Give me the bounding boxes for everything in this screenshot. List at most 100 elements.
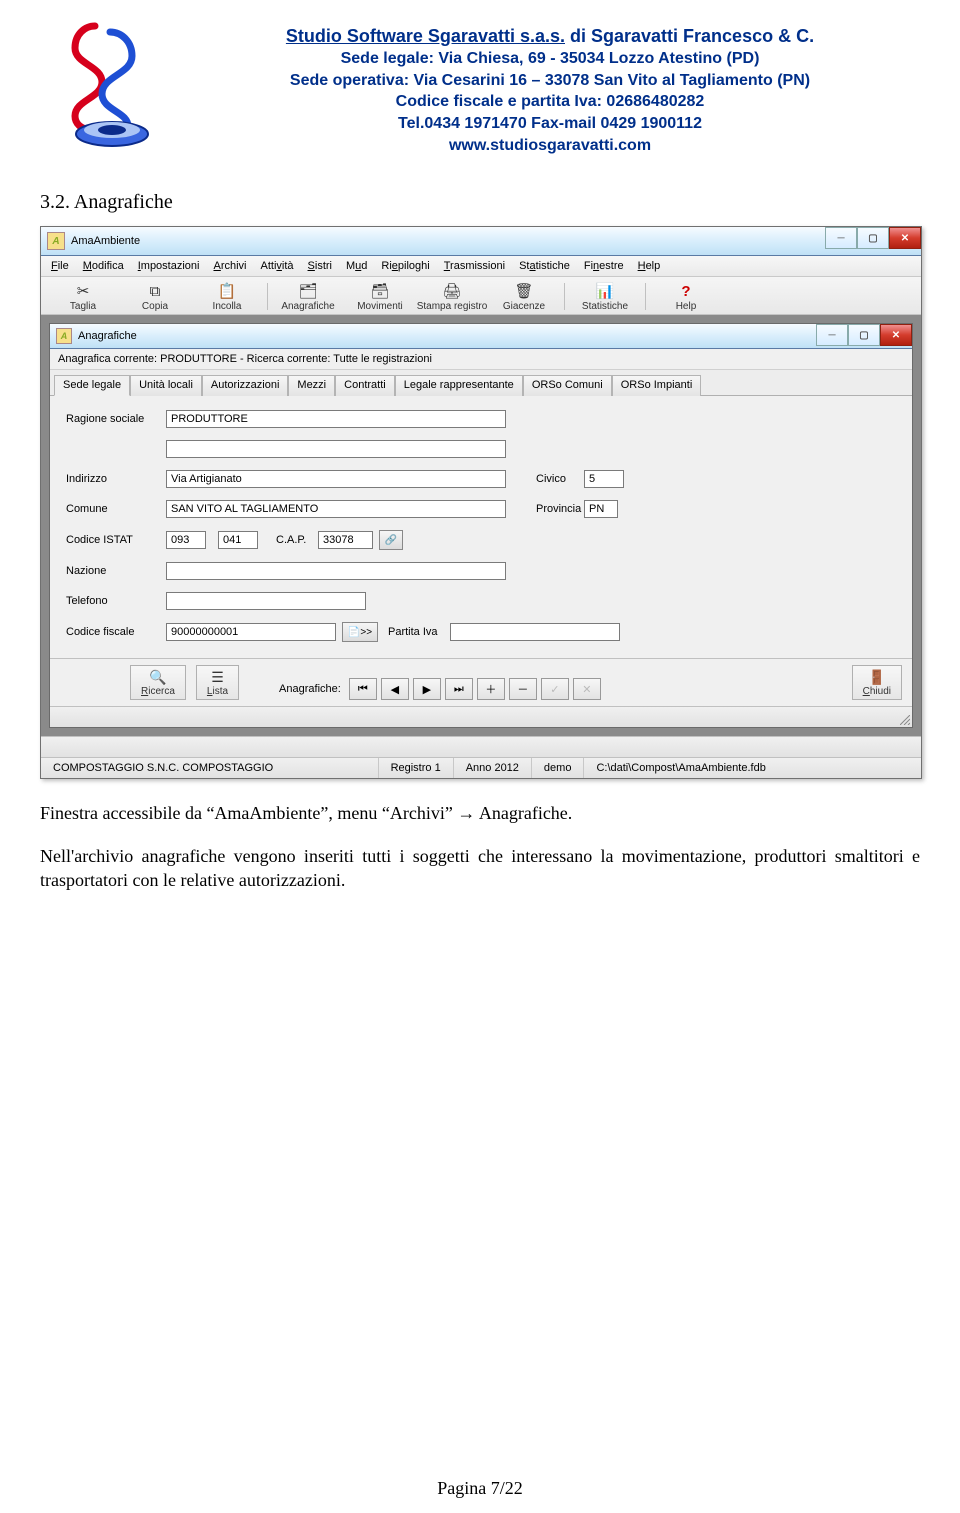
toolbar-separator [645,283,646,310]
nav-remove[interactable]: － [509,678,537,700]
paste-icon: 📋 [217,281,237,301]
paragraph-2: Nell'archivio anagrafiche vengono inseri… [40,844,920,893]
minimize-button[interactable]: ─ [825,227,857,249]
nav-first[interactable]: ⏮ [349,678,377,700]
toolbar-separator [564,283,565,310]
toolbar-giacenze[interactable]: 🗑Giacenze [488,281,560,312]
menu-statistiche[interactable]: Statistiche [519,260,570,272]
toolbar-stampa[interactable]: 🖨Stampa registro [416,281,488,312]
input-indirizzo[interactable] [166,470,506,488]
label-istat: Codice ISTAT [66,534,166,546]
label-telefono: Telefono [66,595,166,607]
input-partita-iva[interactable] [450,623,620,641]
search-icon: 🔍 [149,669,166,686]
input-provincia[interactable] [584,500,618,518]
menu-archivi[interactable]: Archivi [213,260,246,272]
input-istat1[interactable] [166,531,206,549]
inner-app-icon: A [56,328,72,344]
section-title: 3.2. Anagrafiche [40,191,920,214]
tab-contratti[interactable]: Contratti [335,375,395,396]
nav-cancel[interactable]: ✕ [573,678,601,700]
copy-icon: ⧉ [145,281,165,301]
menu-trasmissioni[interactable]: Trasmissioni [444,260,505,272]
toolbar-copia[interactable]: ⧉Copia [119,281,191,312]
input-nazione[interactable] [166,562,506,580]
resize-grip-icon[interactable] [896,707,912,727]
menu-impostazioni[interactable]: Impostazioni [138,260,200,272]
breadcrumb: Anagrafica corrente: PRODUTTORE - Ricerc… [50,349,912,370]
nav-add[interactable]: ＋ [477,678,505,700]
chiudi-button[interactable]: 🚪 Chiudi [852,665,902,700]
toolbar-anagrafiche[interactable]: 🗂Anagrafiche [272,281,344,312]
letterhead-text: Studio Software Sgaravatti s.a.s. di Sga… [180,18,920,156]
input-codice-fiscale[interactable] [166,623,336,641]
label-cap: C.A.P. [276,534,318,546]
toolbar-incolla[interactable]: 📋Incolla [191,281,263,312]
lookup-button[interactable]: 🔗 [379,530,403,550]
copy-cf-button[interactable]: 📄 >> [342,622,378,642]
lista-button[interactable]: ☰ Lista [196,665,239,700]
input-ragione-sociale[interactable] [166,410,506,428]
company-name-underlined: Studio Software Sgaravatti s.a.s. [286,26,565,46]
outer-statusbar-empty [41,736,921,757]
app-icon: A [47,232,65,250]
nav-last[interactable]: ⏭ [445,678,473,700]
status-path: C:\dati\Compost\AmaAmbiente.fdb [584,758,921,778]
menu-modifica[interactable]: Modifica [83,260,124,272]
menu-sistri[interactable]: Sistri [308,260,332,272]
app-titlebar: A AmaAmbiente ─ ▢ ✕ [41,227,921,256]
input-civico[interactable] [584,470,624,488]
input-ragione-sociale-2[interactable] [166,440,506,458]
status-company: COMPOSTAGGIO S.N.C. COMPOSTAGGIO [41,758,379,778]
menu-file[interactable]: File [51,260,69,272]
tab-autorizzazioni[interactable]: Autorizzazioni [202,375,288,396]
inner-minimize-button[interactable]: ─ [816,324,848,346]
status-registro: Registro 1 [379,758,454,778]
cut-icon: ✂ [73,281,93,301]
archive-icon: 🗃 [370,281,390,301]
tab-sede-legale[interactable]: Sede legale [54,375,130,396]
nav-next[interactable]: ▶ [413,678,441,700]
ricerca-button[interactable]: 🔍 Ricerca [130,665,186,700]
label-codice-fiscale: Codice fiscale [66,626,166,638]
tab-unita-locali[interactable]: Unità locali [130,375,202,396]
tab-orso-comuni[interactable]: ORSo Comuni [523,375,612,396]
trash-icon: 🗑 [514,281,534,301]
company-logo [40,18,170,148]
inner-maximize-button[interactable]: ▢ [848,324,880,346]
input-comune[interactable] [166,500,506,518]
app-window: A AmaAmbiente ─ ▢ ✕ File Modifica Impost… [40,226,922,779]
toolbar-statistiche[interactable]: 📊Statistiche [569,281,641,312]
menu-help[interactable]: Help [638,260,661,272]
toolbar-help[interactable]: ?Help [650,281,722,312]
label-provincia: Provincia [536,503,584,515]
menubar: File Modifica Impostazioni Archivi Attiv… [41,256,921,277]
menu-finestre[interactable]: Finestre [584,260,624,272]
input-telefono[interactable] [166,592,366,610]
outer-statusbar: COMPOSTAGGIO S.N.C. COMPOSTAGGIO Registr… [41,757,921,778]
menu-riepiloghi[interactable]: Riepiloghi [381,260,429,272]
toolbar: ✂Taglia ⧉Copia 📋Incolla 🗂Anagrafiche 🗃Mo… [41,277,921,315]
print-icon: 🖨 [442,281,462,301]
nav-prev[interactable]: ◀ [381,678,409,700]
input-istat2[interactable] [218,531,258,549]
toolbar-separator [267,283,268,310]
label-comune: Comune [66,503,166,515]
maximize-button[interactable]: ▢ [857,227,889,249]
toolbar-taglia[interactable]: ✂Taglia [47,281,119,312]
close-button[interactable]: ✕ [889,227,921,249]
door-icon: 🚪 [868,669,885,686]
tab-orso-impianti[interactable]: ORSo Impianti [612,375,702,396]
menu-mud[interactable]: Mud [346,260,367,272]
tab-legale-rappresentante[interactable]: Legale rappresentante [395,375,523,396]
label-nazione: Nazione [66,565,166,577]
nav-confirm[interactable]: ✓ [541,678,569,700]
menu-attivita[interactable]: Attività [261,260,294,272]
tab-mezzi[interactable]: Mezzi [288,375,335,396]
inner-close-button[interactable]: ✕ [880,324,912,346]
inner-toolbar: 🔍 Ricerca ☰ Lista Anagrafiche: ⏮ ◀ ▶ ⏭ [50,658,912,706]
status-anno: Anno 2012 [454,758,532,778]
list-icon: ☰ [211,669,224,686]
toolbar-movimenti[interactable]: 🗃Movimenti [344,281,416,312]
input-cap[interactable] [318,531,373,549]
